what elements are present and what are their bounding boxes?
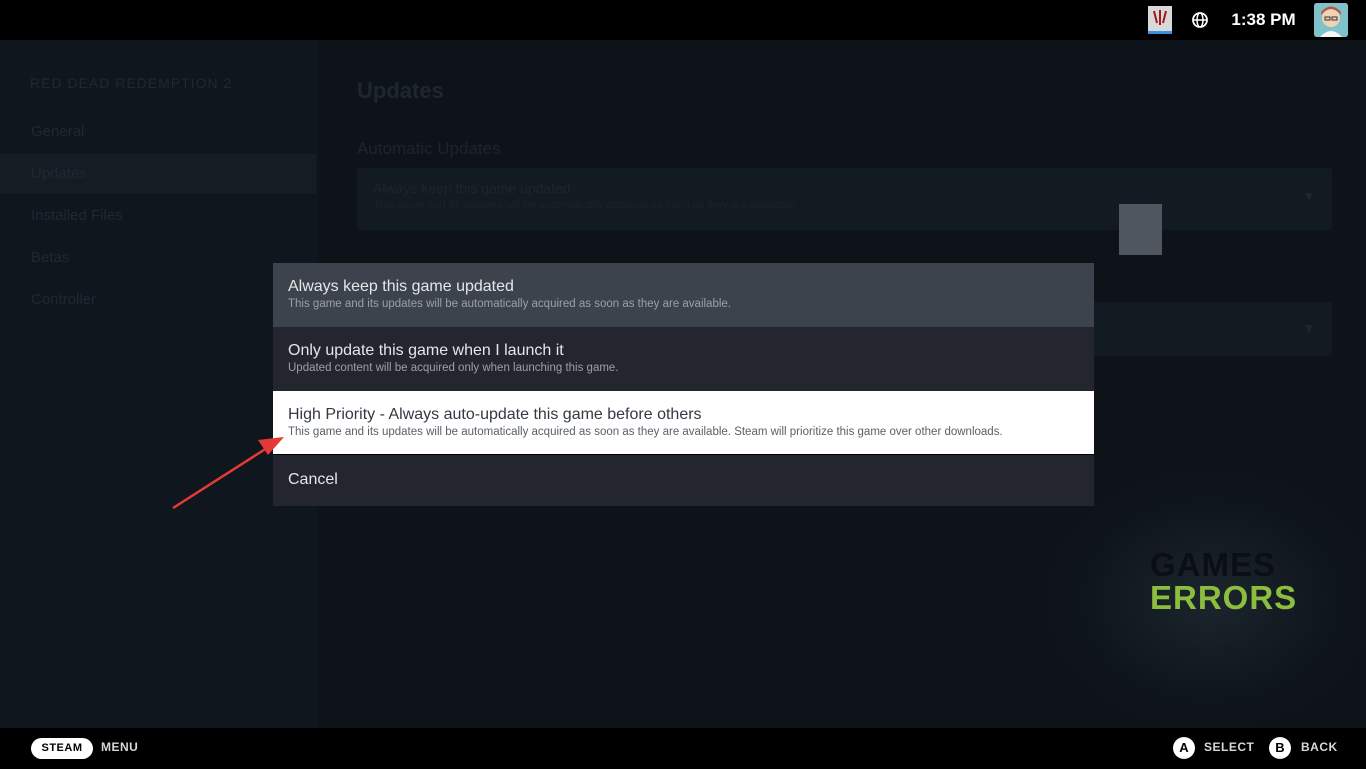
sidebar-item-updates[interactable]: Updates bbox=[0, 154, 316, 194]
section-label: Automatic Updates bbox=[357, 139, 501, 158]
clock: 1:38 PM bbox=[1231, 10, 1296, 29]
a-button-icon[interactable]: A bbox=[1173, 737, 1195, 759]
option-description: This game and its updates will be automa… bbox=[288, 426, 1003, 438]
back-label: BACK bbox=[1301, 740, 1338, 754]
avatar[interactable] bbox=[1314, 3, 1348, 37]
option-update-on-launch[interactable]: Only update this game when I launch it U… bbox=[273, 327, 1094, 391]
automatic-updates-dropdown[interactable]: Always keep this game updated This game … bbox=[357, 168, 1332, 230]
sidebar-game-title: RED DEAD REDEMPTION 2 bbox=[30, 75, 233, 91]
status-bar: 1:38 PM bbox=[0, 0, 1366, 40]
option-always-keep-updated[interactable]: Always keep this game updated This game … bbox=[273, 263, 1094, 327]
option-title: Always keep this game updated bbox=[288, 278, 514, 295]
dropdown-value: Always keep this game updated bbox=[373, 180, 571, 196]
option-high-priority[interactable]: High Priority - Always auto-update this … bbox=[273, 391, 1094, 455]
option-title: High Priority - Always auto-update this … bbox=[288, 406, 702, 423]
game-icon[interactable] bbox=[1148, 6, 1172, 34]
steam-button[interactable]: STEAM bbox=[31, 738, 93, 759]
option-title: Only update this game when I launch it bbox=[288, 342, 564, 359]
option-description: This game and its updates will be automa… bbox=[288, 298, 731, 310]
sidebar-item-betas[interactable]: Betas bbox=[0, 238, 316, 278]
chevron-down-icon: ▼ bbox=[1302, 320, 1316, 336]
sidebar-item-installed-files[interactable]: Installed Files bbox=[0, 196, 316, 236]
b-button-icon[interactable]: B bbox=[1269, 737, 1291, 759]
sidebar-item-general[interactable]: General bbox=[0, 112, 316, 152]
brand-watermark: GAMES ERRORS bbox=[1150, 548, 1300, 614]
cancel-button[interactable]: Cancel bbox=[273, 455, 1094, 506]
properties-sidebar: RED DEAD REDEMPTION 2 General Updates In… bbox=[0, 40, 318, 728]
cancel-label: Cancel bbox=[288, 471, 338, 488]
dropdown-description: This game and its updates will be automa… bbox=[373, 199, 797, 211]
page-title: Updates bbox=[357, 78, 444, 103]
scroll-indicator bbox=[1119, 204, 1162, 255]
brand-line2: ERRORS bbox=[1150, 579, 1298, 616]
globe-icon[interactable] bbox=[1190, 10, 1210, 30]
chevron-down-icon: ▼ bbox=[1302, 188, 1316, 204]
controller-hint-bar: STEAM MENU A SELECT B BACK bbox=[0, 728, 1366, 769]
select-label: SELECT bbox=[1204, 740, 1255, 754]
option-description: Updated content will be acquired only wh… bbox=[288, 362, 619, 374]
brand-line1: GAMES bbox=[1150, 546, 1277, 583]
update-options-menu: Always keep this game updated This game … bbox=[273, 263, 1094, 506]
menu-label: MENU bbox=[101, 740, 139, 754]
sidebar-item-controller[interactable]: Controller bbox=[0, 280, 316, 320]
